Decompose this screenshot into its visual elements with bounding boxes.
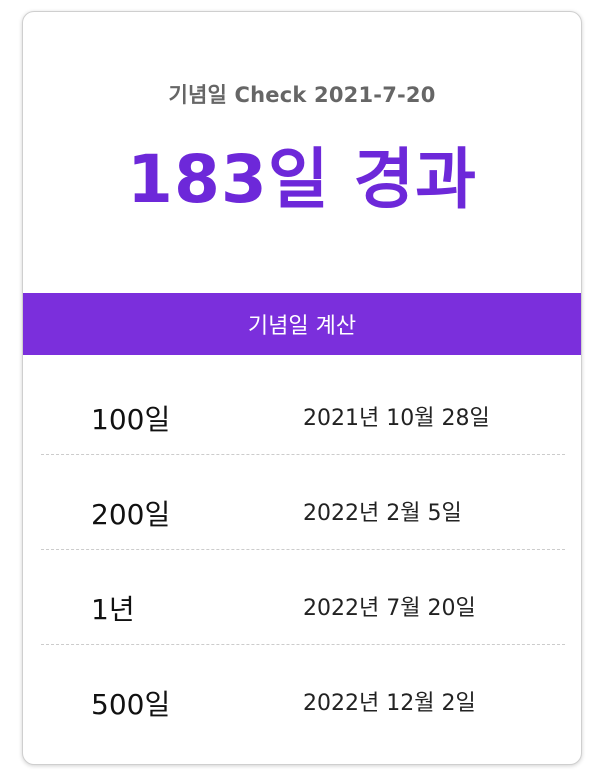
milestone-row: 200일 2022년 2월 5일 xyxy=(41,455,565,550)
milestone-date: 2022년 7월 20일 xyxy=(303,596,476,621)
milestone-label: 1년 xyxy=(91,593,135,626)
milestone-label: 500일 xyxy=(91,688,171,721)
milestone-date: 2022년 2월 5일 xyxy=(303,501,462,526)
anniversary-calc-button[interactable]: 기념일 계산 xyxy=(23,293,581,355)
milestone-date: 2021년 10월 28일 xyxy=(303,406,490,431)
milestone-row: 1년 2022년 7월 20일 xyxy=(41,550,565,645)
milestone-row: 100일 2021년 10월 28일 xyxy=(41,360,565,455)
anniversary-calc-button-label: 기념일 계산 xyxy=(247,314,357,339)
milestone-row: 500일 2022년 12월 2일 xyxy=(41,645,565,739)
milestone-label: 200일 xyxy=(91,498,171,531)
milestone-label: 100일 xyxy=(91,403,171,436)
anniversary-check-date: 기념일 Check 2021-7-20 xyxy=(168,83,436,107)
milestone-list: 100일 2021년 10월 28일 200일 2022년 2월 5일 1년 2… xyxy=(41,360,565,739)
anniversary-card: 기념일 Check 2021-7-20 183일 경과 기념일 계산 100일 … xyxy=(22,11,582,765)
elapsed-days-title: 183일 경과 xyxy=(127,141,477,218)
milestone-date: 2022년 12월 2일 xyxy=(303,691,476,716)
